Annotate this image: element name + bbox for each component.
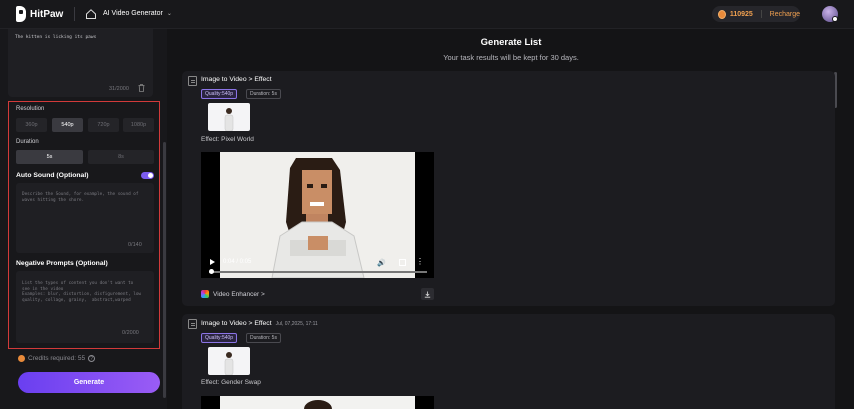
task-title: Image to Video > Effect <box>201 76 272 83</box>
task-title-text: Image to Video > Effect <box>201 320 272 327</box>
resolution-360p[interactable]: 360p <box>16 118 47 132</box>
video-time: 0:04 / 0:05 <box>223 259 252 265</box>
credits-required: Credits required: 55 ? <box>18 355 96 362</box>
task-icon <box>188 319 197 329</box>
more-icon[interactable]: ⋮ <box>416 257 424 266</box>
divider <box>74 7 75 21</box>
source-thumbnail[interactable] <box>208 103 250 131</box>
person-thumbnail-image <box>224 108 234 131</box>
avatar-badge <box>832 16 838 22</box>
page-subtitle: Your task results will be kept for 30 da… <box>443 53 579 62</box>
progress-handle[interactable] <box>209 269 214 274</box>
effect-label: Effect: Pixel World <box>201 136 254 143</box>
progress-bar[interactable] <box>209 271 427 273</box>
duration-tag: Duration: 5s <box>246 89 281 99</box>
credits-required-text: Credits required: 55 <box>28 355 86 362</box>
duration-8s[interactable]: 8s <box>88 150 154 164</box>
task-date: Jul, 07,2025, 17:11 <box>275 321 318 327</box>
divider <box>760 10 762 18</box>
home-icon[interactable] <box>85 8 97 20</box>
negative-prompts-counter: 0/2000 <box>122 330 139 336</box>
credit-balance[interactable]: 110925 Recharge <box>712 6 800 22</box>
person-video-image <box>220 396 415 409</box>
duration-tag: Duration: 5s <box>246 333 281 343</box>
page-title: Generate List <box>480 37 542 48</box>
generate-button[interactable]: Generate <box>18 372 160 393</box>
download-button[interactable] <box>421 288 434 300</box>
auto-sound-counter: 0/140 <box>128 242 142 248</box>
auto-sound-toggle[interactable] <box>141 172 154 179</box>
quality-tag: Quality:540p <box>201 333 238 343</box>
play-icon[interactable] <box>210 259 215 265</box>
product-title: AI Video Generator <box>103 10 163 17</box>
auto-sound-placeholder: Describe the Sound, for example, the sou… <box>22 192 139 203</box>
auto-sound-label: Auto Sound (Optional) <box>16 172 89 179</box>
negative-prompts-placeholder: List the types of content you don't want… <box>22 281 141 303</box>
resolution-label: Resolution <box>16 106 45 112</box>
duration-5s[interactable]: 5s <box>16 150 83 164</box>
resolution-720p[interactable]: 720p <box>88 118 119 132</box>
coin-icon <box>18 355 25 362</box>
task-title: Image to Video > Effect Jul, 07,2025, 17… <box>201 320 318 327</box>
video-player[interactable] <box>201 396 434 409</box>
person-thumbnail-image <box>224 352 234 375</box>
video-enhancer-link[interactable]: Video Enhancer > <box>201 290 265 298</box>
hitpaw-logo-icon <box>16 6 26 22</box>
fullscreen-icon[interactable] <box>399 259 406 266</box>
chevron-down-icon: ⌄ <box>166 11 172 17</box>
prompt-counter: 31/2000 <box>109 86 129 92</box>
product-switcher[interactable]: AI Video Generator ⌄ <box>103 10 172 17</box>
duration-label: Duration <box>16 139 39 145</box>
task-title-text: Image to Video > Effect <box>201 76 272 83</box>
top-bar: HitPaw AI Video Generator ⌄ 110925 Recha… <box>0 0 854 29</box>
info-icon[interactable]: ? <box>88 355 96 362</box>
video-controls: 0:04 / 0:05 🔊 ⋮ <box>201 255 434 277</box>
negative-prompts-label: Negative Prompts (Optional) <box>16 260 108 267</box>
logo[interactable]: HitPaw <box>16 6 63 22</box>
resolution-1080p[interactable]: 1080p <box>123 118 154 132</box>
download-icon <box>424 291 431 298</box>
source-thumbnail[interactable] <box>208 347 250 375</box>
video-enhancer-label: Video Enhancer > <box>213 290 265 298</box>
credit-count: 110925 <box>729 10 753 18</box>
trash-icon[interactable] <box>138 84 145 92</box>
recharge-button[interactable]: Recharge <box>770 11 800 18</box>
volume-icon[interactable]: 🔊 <box>377 259 386 267</box>
brand-name: HitPaw <box>30 8 64 20</box>
left-scrollbar[interactable] <box>163 142 166 398</box>
effect-label: Effect: Gender Swap <box>201 379 261 386</box>
task-card: Image to Video > Effect Jul, 07,2025, 17… <box>182 314 835 409</box>
coin-icon <box>718 9 726 19</box>
quality-tag: Quality:540p <box>201 89 238 99</box>
resolution-540p[interactable]: 540p <box>52 118 83 132</box>
video-frame <box>220 396 415 409</box>
video-enhancer-icon <box>201 290 209 298</box>
task-icon <box>188 76 197 86</box>
